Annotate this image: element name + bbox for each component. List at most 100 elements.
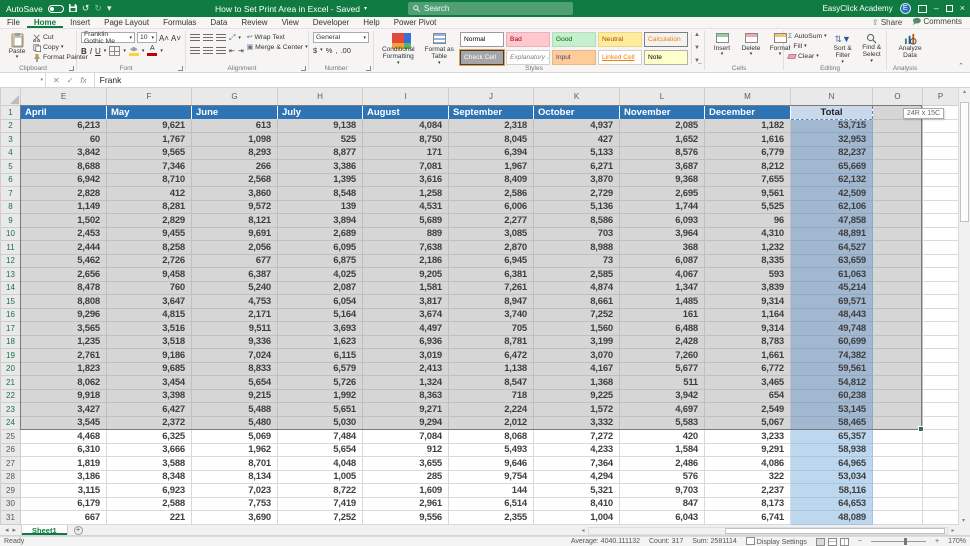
tab-insert[interactable]: Insert [63, 17, 97, 28]
cell-F13[interactable]: 9,458 [106, 267, 192, 282]
fill-color-button[interactable] [128, 46, 139, 56]
comments-button[interactable]: 🗩 Comments [912, 16, 962, 30]
cell-E18[interactable]: 1,235 [20, 335, 107, 349]
cell-H23[interactable]: 5,651 [277, 402, 363, 417]
cell-J16[interactable]: 3,740 [448, 308, 534, 322]
cell-I1[interactable]: August [362, 105, 449, 119]
column-header-E[interactable]: E [20, 88, 107, 106]
row-header-12[interactable]: 12 [0, 253, 21, 268]
share-button[interactable]: ⇪ Share [872, 18, 902, 27]
cell-G18[interactable]: 9,336 [191, 335, 278, 349]
cell-O23[interactable] [872, 402, 923, 417]
cell-H19[interactable]: 6,115 [277, 348, 363, 363]
ribbon-display-options-icon[interactable] [917, 4, 927, 13]
cell-N20[interactable]: 59,561 [790, 362, 873, 376]
cell-N2[interactable]: 53,715 [790, 119, 873, 133]
conditional-formatting-button[interactable]: Conditional Formatting ▾ [378, 32, 419, 68]
cell-P6[interactable] [922, 173, 959, 187]
cell-O29[interactable] [872, 483, 923, 498]
cell-E15[interactable]: 8,808 [20, 294, 107, 309]
cell-O8[interactable] [872, 200, 923, 214]
clear-button[interactable]: Clear ▾ [787, 52, 827, 61]
row-header-28[interactable]: 28 [0, 469, 21, 484]
scroll-up-icon[interactable]: ▴ [963, 89, 966, 95]
cell-K4[interactable]: 5,133 [533, 146, 620, 160]
cell-O18[interactable] [872, 335, 923, 349]
row-header-15[interactable]: 15 [0, 294, 21, 309]
cell-O15[interactable] [872, 294, 923, 309]
page-break-view-icon[interactable] [839, 537, 849, 546]
tab-file[interactable]: File [0, 17, 27, 28]
cell-L28[interactable]: 576 [619, 470, 705, 484]
normal-view-icon[interactable] [815, 537, 825, 546]
cell-M17[interactable]: 9,314 [704, 321, 791, 336]
cell-F20[interactable]: 9,685 [106, 362, 192, 376]
cell-G13[interactable]: 6,387 [191, 267, 278, 282]
cell-I26[interactable]: 912 [362, 443, 449, 457]
font-dialog-launcher[interactable] [178, 66, 183, 71]
cell-L29[interactable]: 9,703 [619, 483, 705, 498]
align-right-icon[interactable] [216, 47, 226, 55]
cell-K20[interactable]: 4,167 [533, 362, 620, 376]
zoom-slider-knob[interactable] [904, 538, 907, 545]
name-box[interactable]: ▾ [0, 73, 46, 87]
cell-G31[interactable]: 3,690 [191, 510, 278, 525]
cell-E13[interactable]: 2,656 [20, 267, 107, 282]
cell-L13[interactable]: 4,067 [619, 267, 705, 282]
find-select-button[interactable]: Find & Select ▾ [859, 32, 885, 66]
cell-H11[interactable]: 6,095 [277, 240, 363, 255]
cell-L26[interactable]: 1,584 [619, 443, 705, 457]
row-header-17[interactable]: 17 [0, 321, 21, 336]
cell-I25[interactable]: 7,084 [362, 429, 449, 444]
cell-G29[interactable]: 7,023 [191, 483, 278, 498]
cell-I28[interactable]: 285 [362, 470, 449, 484]
cell-M25[interactable]: 3,233 [704, 429, 791, 444]
cell-L31[interactable]: 6,043 [619, 510, 705, 525]
cell-G7[interactable]: 3,860 [191, 186, 278, 201]
cell-I6[interactable]: 3,616 [362, 173, 449, 187]
cell-H14[interactable]: 2,087 [277, 281, 363, 295]
cell-F15[interactable]: 3,647 [106, 294, 192, 309]
cell-K23[interactable]: 1,572 [533, 402, 620, 417]
column-header-M[interactable]: M [704, 88, 791, 106]
orientation-icon[interactable]: ⤢ [229, 33, 235, 43]
style-chip-explanatory-[interactable]: Explanatory ... [506, 50, 551, 65]
cell-K28[interactable]: 4,294 [533, 470, 620, 484]
zoom-slider[interactable] [871, 538, 926, 545]
cell-H9[interactable]: 3,894 [277, 213, 363, 228]
cell-N6[interactable]: 62,132 [790, 173, 873, 187]
cell-O12[interactable] [872, 254, 923, 268]
cell-O17[interactable] [872, 321, 923, 336]
cell-K27[interactable]: 7,364 [533, 456, 620, 471]
cell-K26[interactable]: 4,233 [533, 443, 620, 457]
cell-F3[interactable]: 1,767 [106, 132, 192, 147]
cell-M6[interactable]: 7,655 [704, 173, 791, 187]
format-as-table-button[interactable]: Format as Table ▾ [422, 32, 458, 68]
cell-N10[interactable]: 48,891 [790, 227, 873, 241]
fill-button[interactable]: ↓ Fill ▾ [788, 42, 827, 51]
cell-I17[interactable]: 4,497 [362, 321, 449, 336]
account-name[interactable]: EasyClick Academy [822, 4, 892, 13]
cell-L3[interactable]: 1,652 [619, 132, 705, 147]
row-header-22[interactable]: 22 [0, 388, 21, 403]
cell-H5[interactable]: 3,386 [277, 159, 363, 174]
cell-E26[interactable]: 6,310 [20, 443, 107, 457]
cell-I14[interactable]: 1,581 [362, 281, 449, 295]
cell-M28[interactable]: 322 [704, 470, 791, 484]
cell-L6[interactable]: 9,368 [619, 173, 705, 187]
tab-formulas[interactable]: Formulas [156, 17, 203, 28]
cell-I23[interactable]: 9,271 [362, 402, 449, 417]
cell-O14[interactable] [872, 281, 923, 295]
cell-L16[interactable]: 161 [619, 308, 705, 322]
cell-E5[interactable]: 8,688 [20, 159, 107, 174]
cell-G23[interactable]: 5,488 [191, 402, 278, 417]
row-header-6[interactable]: 6 [0, 172, 21, 187]
cell-G12[interactable]: 677 [191, 254, 278, 268]
minimize-button[interactable]: – [934, 4, 939, 13]
cell-P31[interactable] [922, 510, 959, 525]
cell-K9[interactable]: 8,586 [533, 213, 620, 228]
cell-J3[interactable]: 8,045 [448, 132, 534, 147]
cell-O9[interactable] [872, 213, 923, 228]
cell-I21[interactable]: 1,324 [362, 375, 449, 390]
horizontal-scroll-thumb[interactable] [725, 527, 945, 534]
